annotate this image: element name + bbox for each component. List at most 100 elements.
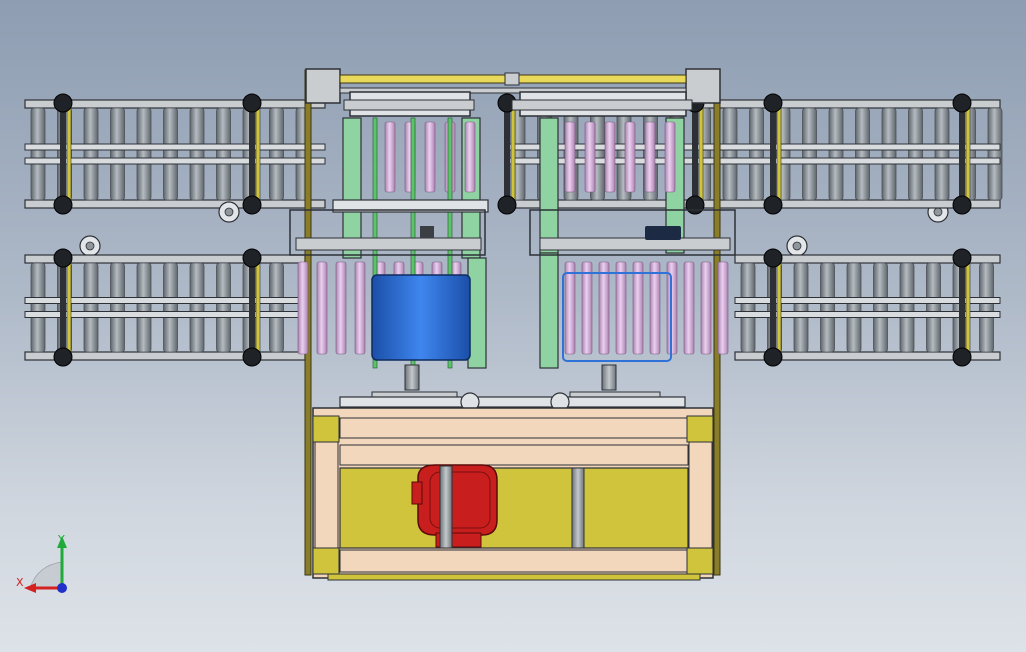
cross-member bbox=[504, 143, 1001, 151]
guide-tube bbox=[604, 121, 616, 193]
guide-tube bbox=[464, 121, 476, 193]
frame-node bbox=[53, 248, 73, 268]
roller bbox=[216, 107, 231, 201]
frame-post bbox=[60, 255, 66, 360]
frame-post bbox=[770, 255, 776, 360]
corner-block-left bbox=[305, 68, 341, 104]
roller bbox=[820, 262, 835, 353]
guide-tube bbox=[564, 121, 576, 193]
roller bbox=[987, 107, 1003, 201]
frame-node bbox=[242, 195, 262, 215]
frame-node bbox=[952, 93, 972, 113]
frame-brace bbox=[965, 107, 971, 201]
guide-tube bbox=[615, 261, 627, 355]
roller bbox=[110, 262, 125, 353]
roller bbox=[979, 262, 994, 353]
frame-node bbox=[53, 347, 73, 367]
frame-brace bbox=[776, 262, 782, 353]
cross-member bbox=[504, 157, 1001, 165]
frame-brace bbox=[66, 262, 72, 353]
frame-node bbox=[242, 248, 262, 268]
roller bbox=[269, 262, 284, 353]
frame-post bbox=[692, 100, 698, 208]
frame-brace bbox=[255, 107, 261, 201]
motor-icon bbox=[645, 226, 681, 240]
green-plate bbox=[539, 117, 559, 254]
frame-node bbox=[952, 195, 972, 215]
guide-tube bbox=[624, 121, 636, 193]
roller bbox=[136, 262, 152, 353]
frame-brace bbox=[66, 107, 72, 201]
roller bbox=[83, 107, 99, 201]
roller bbox=[934, 107, 950, 201]
conveyor-bottom-right bbox=[734, 248, 1001, 367]
green-plate bbox=[539, 252, 559, 369]
frame-post bbox=[249, 255, 255, 360]
roller bbox=[749, 107, 764, 201]
guide-tube bbox=[649, 261, 661, 355]
guide-tube bbox=[297, 261, 309, 355]
frame-brace bbox=[965, 262, 971, 353]
coordinate-triad: Y X bbox=[16, 533, 67, 593]
guide-tube bbox=[683, 261, 695, 355]
roller bbox=[828, 107, 844, 201]
frame-node bbox=[497, 195, 517, 215]
left-lift-module bbox=[289, 91, 489, 401]
x-axis-label: X bbox=[16, 576, 24, 589]
frame-node bbox=[763, 248, 783, 268]
guide-tube bbox=[384, 121, 396, 193]
guide-tube bbox=[700, 261, 712, 355]
roller bbox=[30, 107, 46, 201]
guide-tube bbox=[335, 261, 347, 355]
roller bbox=[881, 107, 897, 201]
green-plate bbox=[342, 117, 362, 259]
roller bbox=[926, 262, 941, 353]
guide-tube bbox=[354, 261, 366, 355]
blue-cylinder-block bbox=[371, 274, 471, 361]
guide-tube bbox=[598, 261, 610, 355]
corner-block-right bbox=[685, 68, 721, 104]
frame-brace bbox=[698, 107, 704, 201]
drive-hub-center bbox=[792, 241, 802, 251]
x-axis-arrowhead bbox=[24, 583, 36, 593]
frame-post bbox=[249, 100, 255, 208]
frame-node bbox=[242, 93, 262, 113]
conveyor-rail bbox=[504, 199, 1001, 209]
roller bbox=[873, 262, 888, 353]
frame-post bbox=[504, 100, 510, 208]
guide-tube bbox=[644, 121, 656, 193]
cad-viewport[interactable]: Y X bbox=[0, 0, 1026, 652]
roller bbox=[163, 262, 178, 353]
roller bbox=[110, 107, 125, 201]
frame-node bbox=[763, 347, 783, 367]
roller bbox=[696, 107, 711, 201]
robot-base bbox=[312, 407, 714, 581]
y-axis-label: Y bbox=[57, 533, 65, 546]
frame-brace bbox=[510, 107, 516, 201]
guide-tube bbox=[717, 261, 729, 355]
frame-post bbox=[770, 100, 776, 208]
frame-post bbox=[959, 255, 965, 360]
conveyor-bottom-left bbox=[24, 248, 306, 367]
guide-tube bbox=[584, 121, 596, 193]
guide-tube bbox=[581, 261, 593, 355]
frame-post bbox=[959, 100, 965, 208]
drive-hub-center bbox=[224, 207, 234, 217]
roller bbox=[855, 107, 870, 201]
roller bbox=[846, 262, 862, 353]
z-axis-dot bbox=[57, 583, 67, 593]
frame-node bbox=[685, 195, 705, 215]
frame-post bbox=[60, 100, 66, 208]
roller bbox=[740, 262, 756, 353]
guide-tube bbox=[564, 261, 576, 355]
drive-hub-center bbox=[85, 241, 95, 251]
roller bbox=[189, 107, 205, 201]
guide-tube bbox=[316, 261, 328, 355]
frame-node bbox=[763, 195, 783, 215]
roller bbox=[793, 262, 809, 353]
roller bbox=[908, 107, 923, 201]
frame-node bbox=[952, 347, 972, 367]
frame-node bbox=[242, 347, 262, 367]
frame-node bbox=[53, 195, 73, 215]
roller bbox=[722, 107, 738, 201]
